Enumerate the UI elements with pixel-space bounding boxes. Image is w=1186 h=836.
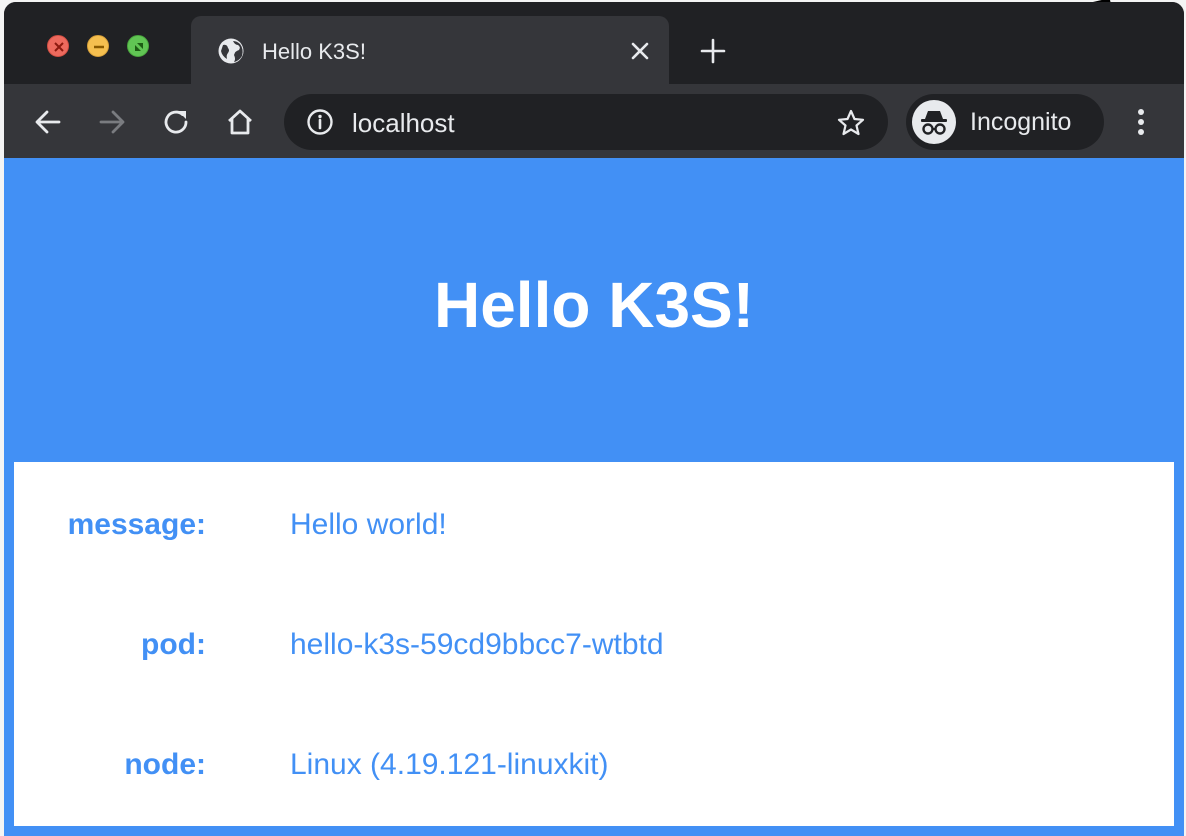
incognito-avatar	[912, 100, 956, 144]
home-icon[interactable]	[224, 106, 256, 138]
reload-icon[interactable]	[160, 106, 192, 138]
incognito-profile-button[interactable]: Incognito	[906, 94, 1104, 150]
field-row-message: message: Hello world!	[14, 508, 1174, 548]
tab-hello-k3s[interactable]: Hello K3S!	[191, 16, 669, 84]
url-text[interactable]: localhost	[352, 108, 455, 139]
globe-icon	[218, 38, 244, 64]
message-value: Hello world!	[290, 508, 447, 541]
new-tab-plus-icon[interactable]	[698, 36, 728, 66]
info-icon[interactable]	[306, 108, 334, 136]
pod-value: hello-k3s-59cd9bbcc7-wtbtd	[290, 628, 664, 661]
more-menu-icon[interactable]	[1126, 104, 1156, 140]
node-value: Linux (4.19.121-linuxkit)	[290, 748, 609, 781]
field-row-node: node: Linux (4.19.121-linuxkit)	[14, 748, 1174, 788]
minimize-dash-icon	[94, 45, 104, 49]
fullscreen-icon	[135, 43, 143, 51]
back-arrow-icon[interactable]	[32, 106, 64, 138]
page-title: Hello K3S!	[433, 269, 755, 341]
window-close-button[interactable]	[47, 35, 69, 57]
profile-label: Incognito	[970, 108, 1072, 136]
browser-toolbar: localhost Incognito	[4, 84, 1184, 158]
page-content: Hello K3S! message: Hello world! pod: he…	[4, 158, 1184, 836]
tab-title: Hello K3S!	[262, 39, 366, 64]
window-maximize-button[interactable]	[127, 35, 149, 57]
close-cross-icon	[54, 42, 64, 52]
address-bar[interactable]: localhost	[284, 94, 888, 150]
field-row-pod: pod: hello-k3s-59cd9bbcc7-wtbtd	[14, 628, 1174, 668]
forward-arrow-icon[interactable]	[96, 106, 128, 138]
node-label: node:	[124, 748, 206, 781]
info-card: message: Hello world! pod: hello-k3s-59c…	[14, 462, 1174, 826]
bookmark-star-icon[interactable]	[836, 108, 866, 138]
browser-window: Hello K3S! localhost Incognito Hello K3S…	[4, 2, 1184, 836]
incognito-icon	[921, 111, 947, 135]
pod-label: pod:	[141, 628, 206, 661]
window-minimize-button[interactable]	[87, 35, 109, 57]
tab-strip: Hello K3S!	[4, 2, 1184, 84]
close-tab-icon[interactable]	[627, 38, 653, 64]
message-label: message:	[67, 508, 206, 541]
